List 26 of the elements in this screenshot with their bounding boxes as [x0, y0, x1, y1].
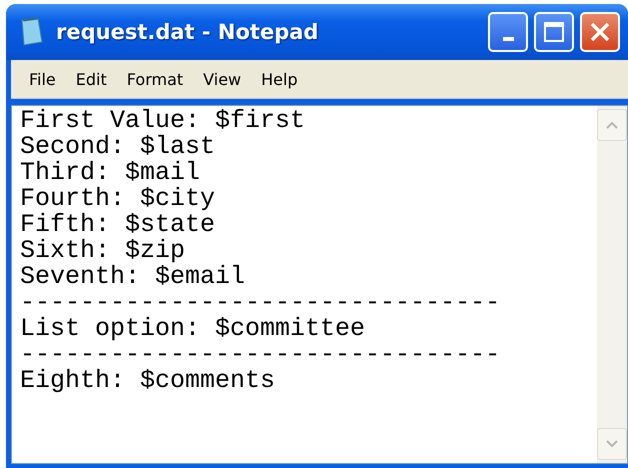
text-line: First Value: $first	[20, 108, 306, 134]
minimize-icon	[502, 37, 514, 41]
text-line: --------------------------------	[20, 342, 502, 368]
window-title: request.dat - Notepad	[56, 20, 320, 44]
menu-item[interactable]: File	[21, 66, 64, 92]
close-icon	[589, 21, 611, 43]
text-line: Seventh: $email	[20, 264, 246, 290]
text-line: Fifth: $state	[20, 212, 216, 238]
text-line: Second: $last	[20, 134, 216, 160]
text-area[interactable]	[11, 105, 628, 464]
chevron-down-icon	[605, 439, 619, 449]
maximize-button[interactable]	[534, 12, 574, 52]
text-line: Third: $mail	[20, 160, 200, 186]
close-button[interactable]	[580, 12, 620, 52]
menu-item[interactable]: Help	[253, 66, 306, 92]
text-line: Eighth: $comments	[20, 368, 276, 394]
menu-item[interactable]: View	[195, 66, 250, 92]
menu-item[interactable]: Format	[118, 66, 192, 92]
menu-item[interactable]: Edit	[68, 66, 115, 92]
text-line: Fourth: $city	[20, 186, 216, 212]
minimize-button[interactable]	[488, 12, 528, 52]
text-line: List option: $committee	[20, 316, 366, 342]
chevron-up-icon	[605, 120, 619, 130]
maximize-icon	[543, 21, 565, 43]
text-line: Sixth: $zip	[20, 238, 186, 264]
text-line: --------------------------------	[20, 290, 502, 316]
